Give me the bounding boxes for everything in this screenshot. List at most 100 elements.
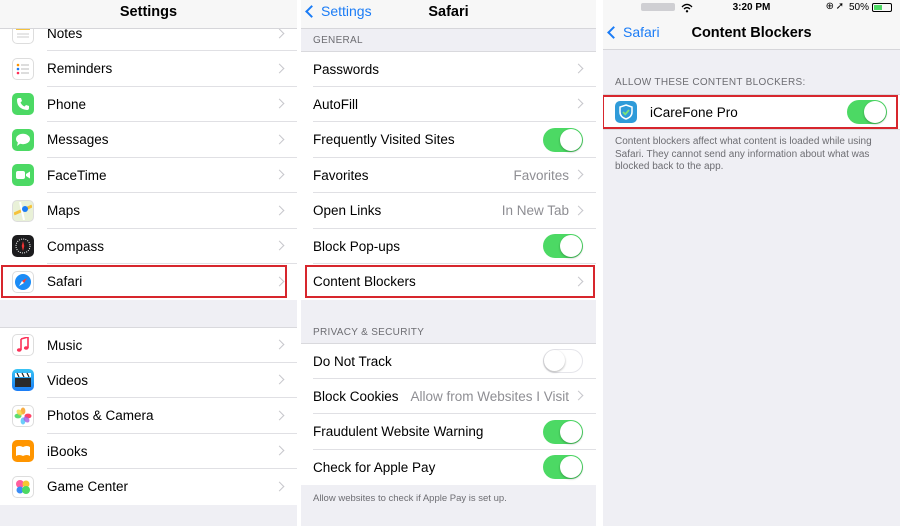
safari-row-passwords[interactable]: Passwords — [301, 51, 596, 87]
row-label: Content Blockers — [313, 274, 416, 290]
settings-panel: Settings Notes Settings Reminders Phone … — [0, 0, 297, 526]
row-label: Block Cookies — [313, 388, 399, 404]
safari-row-favorites[interactable]: Favorites Favorites — [301, 157, 596, 193]
facetime-icon — [12, 164, 34, 187]
music-icon — [12, 334, 34, 357]
chevron-right-icon — [573, 63, 584, 74]
chevron-right-icon — [274, 276, 285, 287]
icarefone-toggle[interactable] — [847, 100, 887, 124]
page-title: Content Blockers — [691, 25, 812, 41]
row-label: Passwords — [313, 61, 380, 77]
row-label: Favorites — [313, 167, 369, 183]
settings-row-safari[interactable]: Safari — [0, 264, 297, 300]
settings-row-label: Messages — [47, 132, 109, 148]
settings-row-reminders[interactable]: Reminders — [0, 51, 297, 87]
page-title: Safari — [428, 4, 469, 20]
settings-row-label: Safari — [47, 274, 83, 290]
section-header-privacy: PRIVACY & SECURITY — [313, 327, 425, 338]
chevron-right-icon — [573, 169, 584, 180]
reminders-icon — [12, 57, 34, 80]
settings-row-videos[interactable]: Videos — [0, 362, 297, 398]
chevron-right-icon — [274, 205, 285, 216]
chevron-right-icon — [274, 445, 285, 456]
row-label: Frequently Visited Sites — [313, 132, 455, 148]
row-label: Block Pop-ups — [313, 238, 401, 254]
chevron-right-icon — [573, 390, 584, 401]
game-center-icon — [12, 475, 34, 498]
settings-row-music[interactable]: Music — [0, 327, 297, 363]
safari-icon — [12, 270, 34, 293]
section-header-allow: ALLOW THESE CONTENT BLOCKERS: — [615, 77, 806, 88]
chevron-right-icon — [274, 410, 285, 421]
content-blockers-footer: Content blockers affect what content is … — [615, 136, 872, 172]
maps-icon — [12, 199, 34, 222]
fraudulent-warning-toggle[interactable] — [543, 419, 583, 444]
settings-row-label: Photos & Camera — [47, 408, 154, 424]
chevron-right-icon — [274, 374, 285, 385]
safari-row-fraudulent-warning: Fraudulent Website Warning — [301, 414, 596, 450]
chevron-right-icon — [274, 339, 285, 350]
favorites-value: Favorites — [513, 167, 569, 183]
settings-navbar-overlay: Settings — [0, 0, 297, 29]
settings-row-photos[interactable]: Photos & Camera — [0, 398, 297, 434]
safari-row-block-popups: Block Pop-ups — [301, 228, 596, 264]
row-label: Check for Apple Pay — [313, 459, 436, 475]
content-blockers-navbar: Safari Content Blockers — [603, 16, 900, 50]
apple-pay-toggle[interactable] — [543, 455, 583, 480]
content-blockers-panel: 3:20 PM ⊕ ➚ 50% Safari Content Blockers … — [603, 0, 900, 526]
safari-row-apple-pay: Check for Apple Pay — [301, 449, 596, 485]
messages-icon — [12, 128, 34, 151]
frequently-visited-toggle[interactable] — [543, 127, 583, 152]
chevron-right-icon — [274, 481, 285, 492]
chevron-right-icon — [274, 63, 285, 74]
page-title-text: Settings — [119, 4, 178, 20]
phone-icon — [12, 93, 34, 116]
settings-row-facetime[interactable]: FaceTime — [0, 157, 297, 193]
status-bar: 3:20 PM ⊕ ➚ 50% — [603, 0, 900, 16]
battery-icon — [872, 3, 892, 12]
settings-row-game-center[interactable]: Game Center — [0, 469, 297, 505]
safari-row-autofill[interactable]: AutoFill — [301, 86, 596, 122]
block-cookies-value: Allow from Websites I Visit — [410, 388, 569, 404]
do-not-track-toggle[interactable] — [543, 349, 583, 374]
settings-row-messages[interactable]: Messages — [0, 122, 297, 158]
chevron-right-icon — [573, 98, 584, 109]
videos-icon — [12, 369, 34, 392]
chevron-right-icon — [274, 134, 285, 145]
chevron-right-icon — [573, 205, 584, 216]
chevron-right-icon — [274, 98, 285, 109]
app-name: iCareFone Pro — [650, 104, 738, 120]
chevron-right-icon — [274, 169, 285, 180]
chevron-right-icon — [573, 276, 584, 287]
safari-row-block-cookies[interactable]: Block Cookies Allow from Websites I Visi… — [301, 378, 596, 414]
panel-divider — [596, 0, 603, 526]
settings-row-label: iBooks — [47, 443, 88, 459]
photos-icon — [12, 404, 34, 427]
settings-row-label: Compass — [47, 238, 105, 254]
compass-icon — [12, 235, 34, 258]
chevron-right-icon — [274, 28, 285, 38]
settings-row-label: FaceTime — [47, 167, 107, 183]
section-header-general: GENERAL — [313, 35, 363, 46]
row-label: Open Links — [313, 203, 382, 219]
safari-row-do-not-track: Do Not Track — [301, 343, 596, 379]
block-popups-toggle[interactable] — [543, 234, 583, 259]
settings-row-ibooks[interactable]: iBooks — [0, 433, 297, 469]
safari-settings-panel: Settings Safari GENERAL Passwords AutoFi… — [301, 0, 596, 526]
location-icon: ➚ — [835, 1, 844, 12]
settings-row-compass[interactable]: Compass — [0, 228, 297, 264]
row-label: Do Not Track — [313, 353, 392, 369]
chevron-right-icon — [274, 240, 285, 251]
safari-row-open-links[interactable]: Open Links In New Tab — [301, 193, 596, 229]
apple-pay-footer: Allow websites to check if Apple Pay is … — [313, 493, 507, 504]
icarefone-app-icon — [615, 101, 637, 123]
row-label: AutoFill — [313, 96, 359, 112]
settings-row-label: Reminders — [47, 61, 113, 77]
rotation-lock-icon: ⊕ — [825, 1, 834, 12]
ibooks-icon — [12, 440, 34, 463]
open-links-value: In New Tab — [501, 203, 569, 219]
settings-row-phone[interactable]: Phone — [0, 86, 297, 122]
settings-row-label: Game Center — [47, 479, 129, 495]
safari-row-content-blockers[interactable]: Content Blockers — [301, 264, 596, 300]
settings-row-maps[interactable]: Maps — [0, 193, 297, 229]
